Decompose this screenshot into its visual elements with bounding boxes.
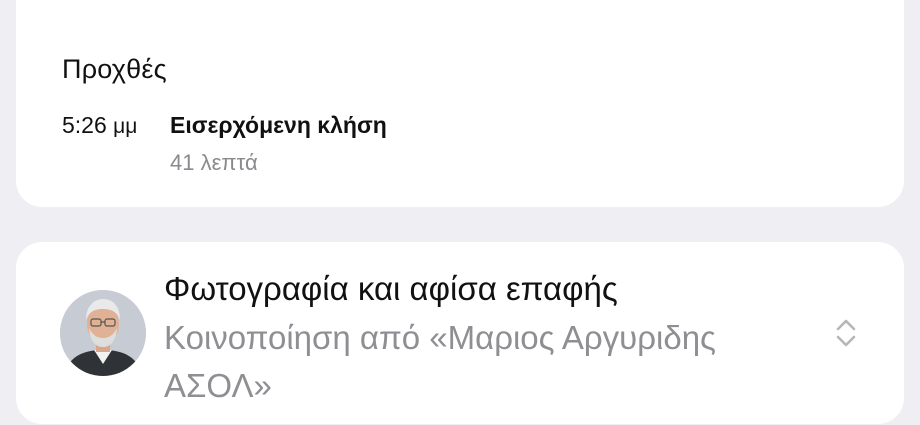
chevron-up-down-icon[interactable] xyxy=(832,316,860,350)
contact-photo-poster-row[interactable]: Φωτογραφία και αφίσα επαφής Κοινοποίηση … xyxy=(16,242,904,424)
call-time-value: 5:26 xyxy=(62,112,107,138)
contact-poster-title: Φωτογραφία και αφίσα επαφής xyxy=(164,270,618,307)
contact-avatar xyxy=(60,290,146,376)
contact-photo-icon xyxy=(60,290,146,376)
call-duration: 41 λεπτά xyxy=(170,150,258,175)
call-time-ampm: μμ xyxy=(113,115,138,138)
call-details-card: Προχθές 5:26 μμ Εισερχόμενη κλήση 41 λεπ… xyxy=(16,0,904,207)
call-type: Εισερχόμενη κλήση xyxy=(170,112,387,138)
contact-poster-subtitle: Κοινοποίηση από «Μαριος Αργυριδης ΑΣΟΛ» xyxy=(164,319,716,404)
call-date-label: Προχθές xyxy=(62,54,167,84)
call-time: 5:26 μμ xyxy=(62,112,137,139)
